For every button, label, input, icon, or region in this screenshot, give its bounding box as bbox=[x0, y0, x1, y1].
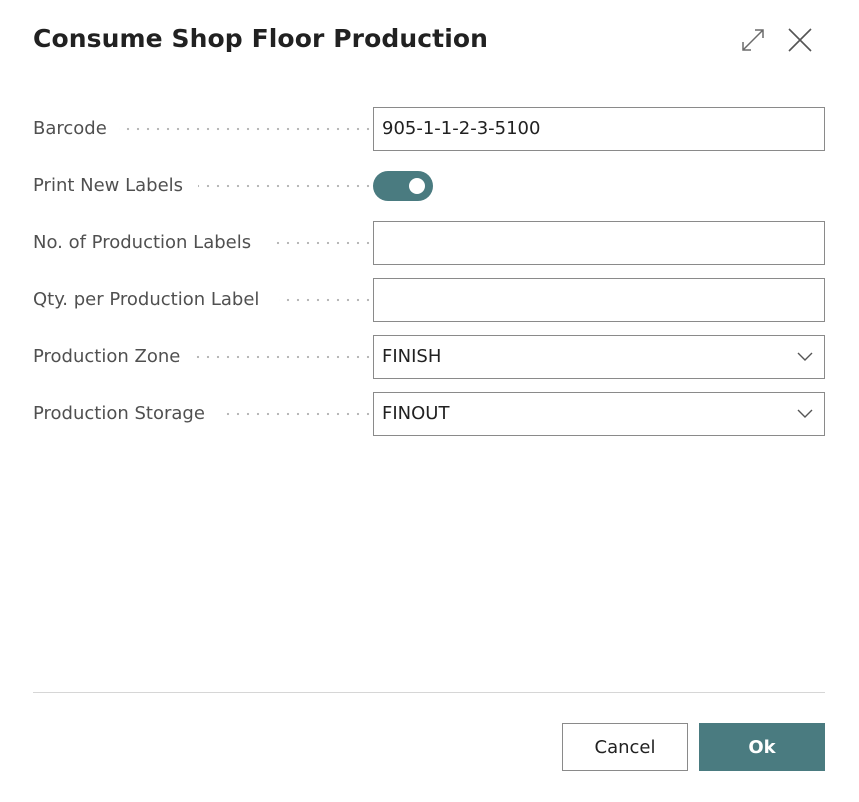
production-zone-value: FINISH bbox=[382, 346, 442, 367]
expand-icon[interactable] bbox=[737, 24, 769, 56]
no-of-production-labels-input[interactable] bbox=[373, 221, 825, 265]
barcode-value: 905-1-1-2-3-5100 bbox=[382, 118, 541, 139]
qty-per-production-label-label: Qty. per Production Label bbox=[33, 289, 260, 310]
production-zone-row: Production Zone FINISH bbox=[33, 335, 825, 379]
barcode-label: Barcode bbox=[33, 118, 107, 139]
ok-button[interactable]: Ok bbox=[699, 723, 825, 771]
qty-per-production-label-input[interactable] bbox=[373, 278, 825, 322]
chevron-down-icon bbox=[797, 352, 813, 361]
consume-shop-floor-production-dialog: Consume Shop Floor Production Barcode 90… bbox=[0, 0, 859, 802]
production-storage-row: Production Storage FINOUT bbox=[33, 392, 825, 436]
no-of-production-labels-row: No. of Production Labels bbox=[33, 221, 825, 265]
qty-per-production-label-row: Qty. per Production Label bbox=[33, 278, 825, 322]
chevron-down-icon bbox=[797, 409, 813, 418]
cancel-button[interactable]: Cancel bbox=[562, 723, 688, 771]
toggle-knob bbox=[409, 178, 425, 194]
production-zone-label: Production Zone bbox=[33, 346, 181, 367]
footer-divider bbox=[33, 692, 825, 693]
production-storage-label: Production Storage bbox=[33, 403, 205, 424]
production-storage-value: FINOUT bbox=[382, 403, 450, 424]
production-storage-select[interactable]: FINOUT bbox=[373, 392, 825, 436]
print-new-labels-toggle[interactable] bbox=[373, 171, 433, 201]
print-new-labels-row: Print New Labels bbox=[33, 164, 825, 208]
dialog-title: Consume Shop Floor Production bbox=[33, 24, 489, 53]
production-zone-select[interactable]: FINISH bbox=[373, 335, 825, 379]
barcode-row: Barcode 905-1-1-2-3-5100 bbox=[33, 107, 825, 151]
no-of-production-labels-label: No. of Production Labels bbox=[33, 232, 252, 253]
leader-dots bbox=[223, 392, 393, 436]
leader-dots bbox=[198, 164, 393, 208]
leader-dots bbox=[119, 107, 393, 151]
barcode-input[interactable]: 905-1-1-2-3-5100 bbox=[373, 107, 825, 151]
leader-dots bbox=[196, 335, 393, 379]
close-icon[interactable] bbox=[784, 24, 816, 56]
print-new-labels-label: Print New Labels bbox=[33, 175, 184, 196]
